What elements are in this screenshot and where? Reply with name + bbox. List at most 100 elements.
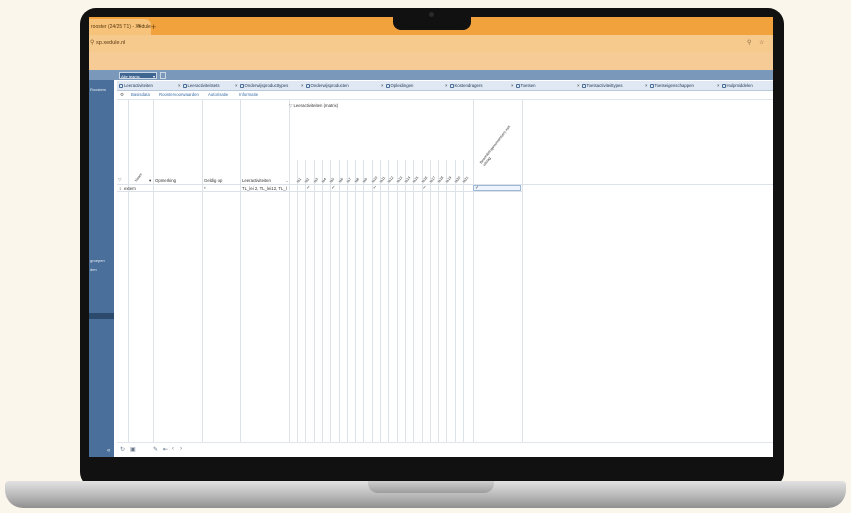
col-header-naam[interactable]: Naam [134,172,143,182]
grid-divider [202,100,203,442]
tab-label: Hulpmiddelen [726,83,753,88]
cell-naam[interactable]: extern [124,186,136,191]
matrix-col-header[interactable]: la9 [362,177,368,183]
filter-icon[interactable]: ▽ [289,103,292,108]
tab-toetsactiviteittypes[interactable]: × Toetsactiviteittypes [577,81,623,90]
zoom-icon[interactable]: ⚲ [747,35,751,52]
close-icon[interactable]: × [717,83,720,88]
grid-toolbar: ↻ ▣ ✎ ⇤ ‹ › [117,442,773,457]
col-header-leeractiviteiten[interactable]: Leeractiviteiten [242,178,271,183]
tab-onderwijsproducttypes[interactable]: × Onderwijsproducttypes [235,81,288,90]
extension-ribbon [89,52,773,70]
grid-divider [473,100,474,442]
first-icon[interactable]: ⇤ [163,446,168,453]
grid-icon [581,83,586,88]
matrix-col-header[interactable]: la2 [304,177,310,183]
matrix-column-divider [454,160,456,442]
laptop-lip [368,481,494,493]
close-icon[interactable]: × [445,83,448,88]
tab-close-icon[interactable]: × [137,19,141,35]
tab-toetseigenschappen[interactable]: × Toetseigenschappen [645,81,694,90]
sidebar-item-den[interactable]: den [90,267,97,272]
close-icon[interactable]: × [235,83,238,88]
team-filter-select[interactable]: Alle teams ▾ [119,72,157,79]
close-icon[interactable]: × [178,83,181,88]
edit-icon[interactable]: ✎ [153,446,158,453]
close-icon[interactable]: × [577,83,580,88]
prev-icon[interactable]: ‹ [172,446,174,452]
close-icon[interactable]: × [645,83,648,88]
matrix-column-divider [404,160,406,442]
check-icon[interactable]: ✓ [331,185,335,191]
check-icon[interactable]: ✓ [423,185,427,191]
cell-leeractiviteiten[interactable]: TL_lei 2, TL_lei12, TL_l [242,186,287,191]
tab-leeractiviteiten[interactable]: Leeractiviteiten [119,81,153,90]
url-text[interactable]: sp.xedule.nl [96,35,125,52]
tab-autorisatie[interactable]: Autorisatie [208,91,228,99]
tab-roostervoorwaarden[interactable]: Roostervoorwaarden [159,91,199,99]
cell-geldig-op[interactable]: * [204,186,206,191]
collapse-sidebar-icon[interactable]: « [107,448,110,454]
address-bar[interactable]: ⚲ sp.xedule.nl ⚲ ☆ [89,35,773,52]
tab-hulpmiddelen[interactable]: × Hulpmiddelen [717,81,753,90]
grid-icon [119,83,123,88]
matrix-column-divider [446,160,448,442]
matrix-column-divider [380,160,381,442]
matrix-column-divider [313,160,315,442]
tab-kostendragers[interactable]: × Kostendragers [445,81,482,90]
grid-icon [182,83,187,88]
close-icon[interactable]: × [511,83,514,88]
grid-divider [289,100,290,442]
tab-leeractiviteitsets[interactable]: × Leeractiviteitsets [178,81,220,90]
new-tab-button[interactable]: + [151,19,156,35]
check-icon[interactable]: ✓ [373,185,377,191]
close-icon[interactable]: × [301,83,304,88]
matrix-column-divider [330,160,332,442]
check-icon[interactable]: ✓ [306,185,310,191]
matrix-column-divider [429,160,431,442]
tab-label: Toetseigenschappen [654,83,694,88]
matrix-column-divider [413,160,415,442]
filter-icon[interactable]: ▽ [118,177,121,183]
tab-label: Leeractiviteiten [124,83,153,88]
browser-tab[interactable]: rooster (24/25 T1) - Xedule [89,19,151,35]
matrix-column-divider [297,160,298,442]
matrix-column-divider [346,160,348,442]
filter-toggle-button[interactable] [160,72,166,79]
matrix-column-divider [355,160,357,442]
col-header-opmerking[interactable]: Opmerking [155,178,176,183]
tab-onderwijsproducten[interactable]: × Onderwijsproducten [301,81,349,90]
sort-icon[interactable]: ▾ [149,178,151,184]
sidebar-selected-item[interactable] [89,313,114,319]
tab-basisdata[interactable]: Basisdata [131,91,150,99]
matrix-col-header[interactable]: la8 [354,177,360,183]
matrix-column-divider [463,160,464,442]
refresh-icon[interactable]: ↻ [120,446,125,453]
save-icon[interactable]: ▣ [130,446,136,453]
col-header-geldig-op[interactable]: Geldig op [204,178,222,183]
grid-icon [239,83,244,88]
sidebar-item-groepen[interactable]: groepen [90,258,105,263]
grid-icon [449,83,454,88]
selected-cell[interactable] [473,185,521,191]
tab-opleidingen[interactable]: × Opleidingen [381,81,413,90]
sidebar-item-roosters[interactable]: Roosters [90,87,106,92]
matrix-col-header[interactable]: la5 [329,177,335,183]
chevron-down-icon[interactable]: ⌄ [285,178,289,184]
col-header-beoordeling[interactable]: Beoordelingsmoment(en) met uitslag [479,123,516,167]
browser-tab-title: rooster (24/25 T1) - Xedule [91,24,151,30]
tab-label: Kostendragers [454,83,483,88]
sidebar: Roosters groepen den « [89,80,114,457]
document-tabs: Leeractiviteiten × Leeractiviteitsets × On… [117,81,773,91]
settings-icon[interactable]: ⚙ [120,91,124,99]
tab-toetsen[interactable]: × Toetsen [511,81,536,90]
star-icon[interactable]: ☆ [759,35,764,52]
tab-informatie[interactable]: Informatie [239,91,258,99]
matrix-column-divider [421,160,423,442]
next-icon[interactable]: › [180,446,182,452]
app-header [89,70,773,80]
check-icon[interactable]: ✓ [475,185,479,191]
matrix-column-divider [438,160,440,442]
matrix-group-header: ▽ Leeractiviteiten (matrix) [289,103,338,109]
close-icon[interactable]: × [381,83,384,88]
